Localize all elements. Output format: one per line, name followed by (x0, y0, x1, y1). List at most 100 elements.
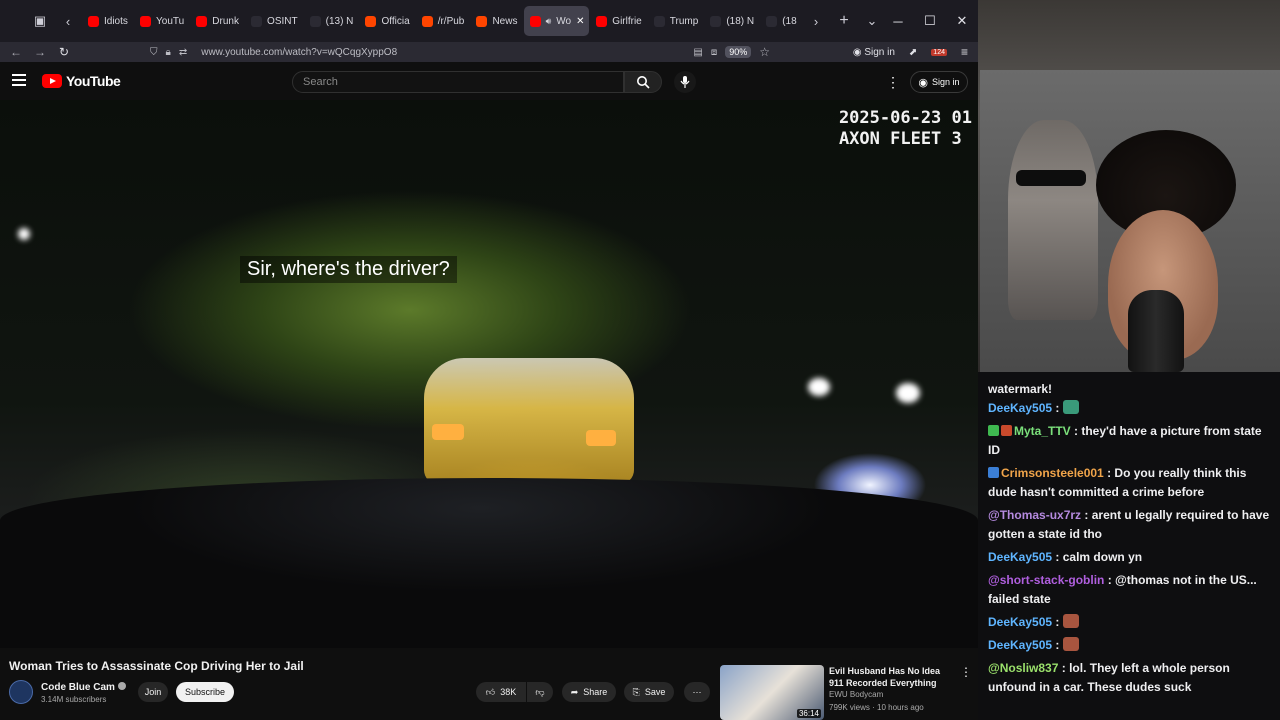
account-signin[interactable]: ◉ Sign in (853, 47, 895, 58)
browser-tab[interactable]: Girlfrie (590, 6, 646, 36)
browser-tab[interactable]: Drunk (190, 6, 244, 36)
bookmark-star-icon[interactable]: ☆ (759, 45, 770, 59)
chat-message: DeeKay505 : calm down yn (988, 548, 1270, 567)
settings-kebab-icon[interactable]: ⋮ (886, 74, 900, 91)
tab-audio-icon[interactable]: 🔊︎ (546, 16, 552, 27)
chat-separator: : (1070, 424, 1082, 438)
video-player[interactable]: 2025-06-23 01 AXON FLEET 3 Sir, where's … (0, 100, 978, 648)
like-button[interactable]: 👍︎ 38K (476, 682, 526, 702)
voice-search-button[interactable] (674, 71, 696, 93)
hamburger-menu-icon[interactable] (12, 74, 26, 86)
suggested-video-kebab-icon[interactable]: ⋮ (960, 665, 972, 679)
chat-username[interactable]: @Nosliw837 (988, 661, 1058, 675)
tab-scroll-left-icon[interactable]: ‹ (54, 7, 82, 35)
back-icon[interactable]: ← (4, 42, 28, 62)
browser-tab[interactable]: OSINT (245, 6, 303, 36)
tab-favicon-icon (476, 15, 488, 27)
youtube-logo[interactable]: YouTube (42, 73, 121, 89)
share-icon: ➦ (570, 686, 579, 697)
shield-icon[interactable]: ⛉ (150, 47, 158, 58)
streetlight (18, 228, 30, 240)
tab-favicon-icon (140, 15, 152, 27)
chat-message: Myta_TTV : they'd have a picture from st… (988, 422, 1270, 460)
tab-strip: Idiots YouTu Drunk OSINT (13) N Officia/r/Pub… (82, 6, 802, 36)
browser-tab[interactable]: YouTu (134, 6, 189, 36)
close-window-icon[interactable]: ✕ (946, 0, 978, 42)
lock-icon[interactable]: 🔒︎ (166, 47, 171, 58)
chat-username[interactable]: Myta_TTV (1014, 424, 1071, 438)
notification-badge[interactable]: 124 (931, 48, 947, 56)
chat-separator: : (1104, 573, 1116, 587)
tab-label: /r/Pub (437, 15, 465, 27)
new-tab-icon[interactable]: + (830, 7, 858, 35)
chat-username[interactable]: @short-stack-goblin (988, 573, 1104, 587)
channel-name[interactable]: Code Blue Cam (41, 682, 126, 693)
chat-username[interactable]: DeeKay505 (988, 401, 1052, 415)
browser-tab[interactable]: 🔊︎ Wo ✕ (523, 6, 590, 36)
tab-close-icon[interactable]: ✕ (576, 16, 584, 27)
join-button[interactable]: Join (138, 682, 168, 702)
channel-name-text[interactable]: Code Blue Cam (41, 682, 115, 693)
search-input[interactable]: Search (292, 71, 624, 93)
tab-favicon-icon (766, 15, 778, 27)
address-bar[interactable]: ⛉ 🔒︎ ⇄ www.youtube.com/watch?v=wQCqgXypp… (150, 42, 770, 62)
minimize-icon[interactable]: ─ (882, 0, 914, 42)
subscribe-button[interactable]: Subscribe (176, 682, 234, 702)
permissions-icon[interactable]: ⇄ (179, 47, 187, 58)
chat-username[interactable]: DeeKay505 (988, 550, 1052, 564)
chat-emote-icon[interactable] (1062, 637, 1079, 651)
zoom-level[interactable]: 90% (725, 46, 752, 58)
more-actions-button[interactable]: ⋯ (684, 682, 710, 702)
tab-favicon-icon (196, 15, 208, 27)
url-text[interactable]: www.youtube.com/watch?v=wQCqgXyppO8 (201, 47, 397, 58)
browser-tab[interactable]: (13) N (304, 6, 359, 36)
browser-tab[interactable]: (18) N (704, 6, 759, 36)
verified-icon (117, 682, 126, 690)
search-button[interactable] (624, 71, 662, 93)
chat-message: DeeKay505 : (988, 613, 1270, 632)
chat-username[interactable]: @Thomas-ux7rz (988, 508, 1081, 522)
chat-badge-icon[interactable] (988, 467, 999, 478)
chat-emote-icon[interactable] (1062, 614, 1079, 628)
youtube-signin-button[interactable]: ◉ Sign in (910, 71, 968, 93)
suggested-video-channel[interactable]: EWU Bodycam (829, 690, 883, 699)
browser-tab[interactable]: Idiots (82, 6, 133, 36)
maximize-icon[interactable]: ☐ (914, 0, 946, 42)
like-count: 38K (500, 687, 517, 697)
app-menu-icon[interactable]: ≡ (961, 45, 968, 59)
thumbs-up-icon: 👍︎ (485, 686, 496, 697)
tab-label: Officia (381, 15, 410, 27)
forward-icon[interactable]: → (28, 42, 52, 62)
reload-icon[interactable]: ↻ (52, 42, 76, 62)
chat-badge-icon[interactable] (1001, 425, 1012, 436)
chat-separator: : (1052, 550, 1063, 564)
chat-username[interactable]: Crimsonsteele001 (1001, 466, 1104, 480)
avatar[interactable] (9, 680, 33, 704)
chat-separator: : (1103, 466, 1115, 480)
browser-tab[interactable]: /r/Pub (416, 6, 470, 36)
share-button[interactable]: ➦ Share (562, 682, 616, 702)
tab-scroll-right-icon[interactable]: › (802, 7, 830, 35)
chat-badge-icon[interactable] (988, 425, 999, 436)
save-button[interactable]: ⎘ Save (624, 682, 674, 702)
tab-overview-icon[interactable]: ▣ (26, 7, 54, 35)
browser-tab[interactable]: Officia (359, 6, 414, 36)
chat-emote-icon[interactable] (1062, 400, 1079, 414)
screenshot-icon[interactable]: ⧈ (711, 47, 717, 58)
mustang-car (424, 358, 634, 484)
police-headlight-left (808, 378, 830, 396)
chat-username[interactable]: DeeKay505 (988, 638, 1052, 652)
browser-tab[interactable]: (18 (760, 6, 802, 36)
reader-view-icon[interactable]: ▤ (693, 47, 702, 58)
chat-message: @Nosliw837 : lol. They left a whole pers… (988, 659, 1270, 697)
extensions-icon[interactable]: ⬈ (909, 47, 917, 58)
suggested-video-thumbnail[interactable]: 36:14 (720, 665, 824, 720)
browser-tab[interactable]: News (470, 6, 522, 36)
suggested-video-title[interactable]: Evil Husband Has No Idea 911 Recorded Ev… (829, 665, 954, 689)
chat-separator: : (1052, 638, 1063, 652)
browser-tab[interactable]: Trump (648, 6, 704, 36)
dislike-button[interactable]: 👎︎ (527, 682, 553, 702)
chat-username[interactable]: DeeKay505 (988, 615, 1052, 629)
poster-figure-glasses (1016, 170, 1086, 186)
car-taillight-right (586, 430, 616, 446)
